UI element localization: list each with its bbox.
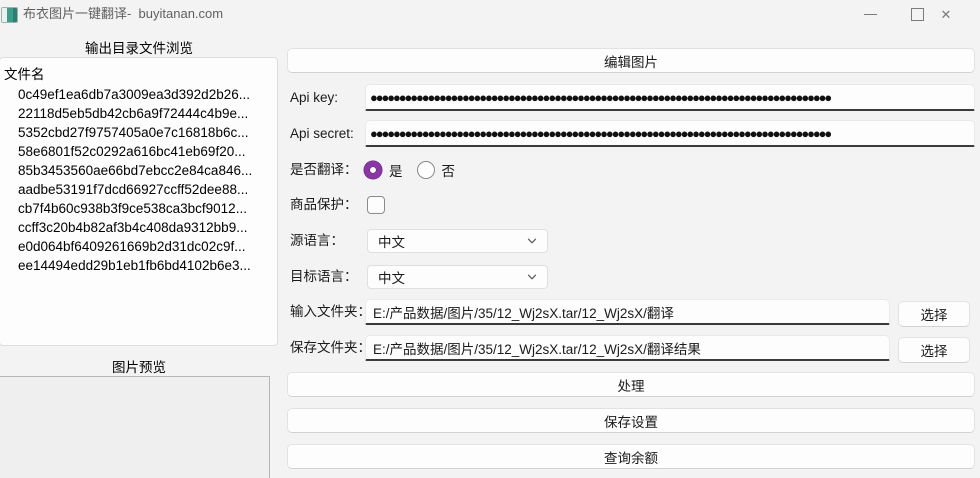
chevron-down-icon xyxy=(526,271,538,283)
file-row[interactable]: 22118d5eb5db42cb6a9f72444c4b9e... xyxy=(18,104,277,123)
target-language-select[interactable]: 中文 xyxy=(367,265,548,289)
translate-radio-no[interactable]: 否 xyxy=(416,160,462,180)
api-key-label: Api key: xyxy=(290,90,339,105)
api-secret-field[interactable]: ●●●●●●●●●●●●●●●●●●●●●●●●●●●●●●●●●●●●●●●●… xyxy=(365,120,975,147)
file-list[interactable]: 文件名 0c49ef1ea6db7a3009ea3d392d2b26... 221… xyxy=(0,57,278,346)
image-preview-box[interactable] xyxy=(0,376,270,478)
window-title: 布衣图片一键翻译- buyitanan.com xyxy=(23,6,224,21)
title-bar: 布衣图片一键翻译- buyitanan.com ✕ xyxy=(0,0,980,28)
save-folder-field[interactable] xyxy=(365,335,890,361)
save-folder-choose-button[interactable]: 选择 xyxy=(898,337,970,363)
file-row[interactable]: 5352cbd27f9757405a0e7c16818b6c... xyxy=(18,123,277,142)
input-folder-choose-button[interactable]: 选择 xyxy=(898,301,970,327)
product-protect-label: 商品保护： xyxy=(290,197,358,212)
chevron-down-icon xyxy=(526,235,538,247)
file-list-column-header: 文件名 xyxy=(4,67,45,82)
edit-image-button[interactable]: 编辑图片 xyxy=(287,48,975,73)
translate-label: 是否翻译： xyxy=(290,162,358,177)
target-language-value: 中文 xyxy=(378,271,405,286)
translate-radio-no-label: 否 xyxy=(441,164,456,179)
target-language-label: 目标语言： xyxy=(290,269,358,284)
source-language-value: 中文 xyxy=(378,235,405,250)
maximize-icon xyxy=(910,7,924,21)
file-list-rows: 0c49ef1ea6db7a3009ea3d392d2b26... 22118d5… xyxy=(0,85,277,275)
file-row[interactable]: ccff3c20b4b82af3b4c408da9312bb9... xyxy=(18,218,277,237)
input-folder-label: 输入文件夹： xyxy=(290,304,371,319)
file-row[interactable]: aadbe53191f7dcd66927ccff52dee88... xyxy=(18,180,277,199)
file-row[interactable]: 85b3453560ae66bd7ebcc2e84ca846... xyxy=(18,161,277,180)
process-button[interactable]: 处理 xyxy=(287,372,975,397)
source-language-label: 源语言： xyxy=(290,233,344,248)
product-protect-checkbox[interactable] xyxy=(367,196,385,214)
output-browser-title: 输出目录文件浏览 xyxy=(85,41,193,56)
file-row[interactable]: ee14494edd29b1eb1fb6bd4102b6e3... xyxy=(18,256,277,275)
file-row[interactable]: 58e6801f52c0292a616bc41eb69f20... xyxy=(18,142,277,161)
source-language-select[interactable]: 中文 xyxy=(367,229,548,253)
translate-radio-group: 是 否 xyxy=(364,160,469,180)
check-balance-button[interactable]: 查询余额 xyxy=(287,444,975,469)
file-row[interactable]: e0d064bf6409261669b2d31dc02c9f... xyxy=(18,237,277,256)
minimize-icon xyxy=(863,13,877,15)
image-preview-title: 图片预览 xyxy=(112,360,166,375)
radio-unselected-icon xyxy=(416,161,435,179)
api-key-field[interactable]: ●●●●●●●●●●●●●●●●●●●●●●●●●●●●●●●●●●●●●●●●… xyxy=(365,84,975,111)
save-folder-label: 保存文件夹： xyxy=(290,340,371,355)
close-button[interactable]: ✕ xyxy=(923,0,969,28)
app-window: 布衣图片一键翻译- buyitanan.com ✕ 输出目录文件浏览 文件名 0… xyxy=(0,0,980,478)
translate-radio-yes-label: 是 xyxy=(389,164,403,179)
app-icon xyxy=(1,7,18,23)
save-settings-button[interactable]: 保存设置 xyxy=(287,408,975,433)
file-row[interactable]: 0c49ef1ea6db7a3009ea3d392d2b26... xyxy=(18,85,277,104)
minimize-button[interactable] xyxy=(847,0,893,28)
radio-selected-icon xyxy=(364,161,382,179)
input-folder-field[interactable] xyxy=(365,299,890,325)
close-icon: ✕ xyxy=(940,6,952,22)
translate-radio-yes[interactable]: 是 xyxy=(364,160,409,180)
api-secret-label: Api secret: xyxy=(290,126,354,141)
file-row[interactable]: cb7f4b60c938b3f9ce538ca3bcf9012... xyxy=(18,199,277,218)
